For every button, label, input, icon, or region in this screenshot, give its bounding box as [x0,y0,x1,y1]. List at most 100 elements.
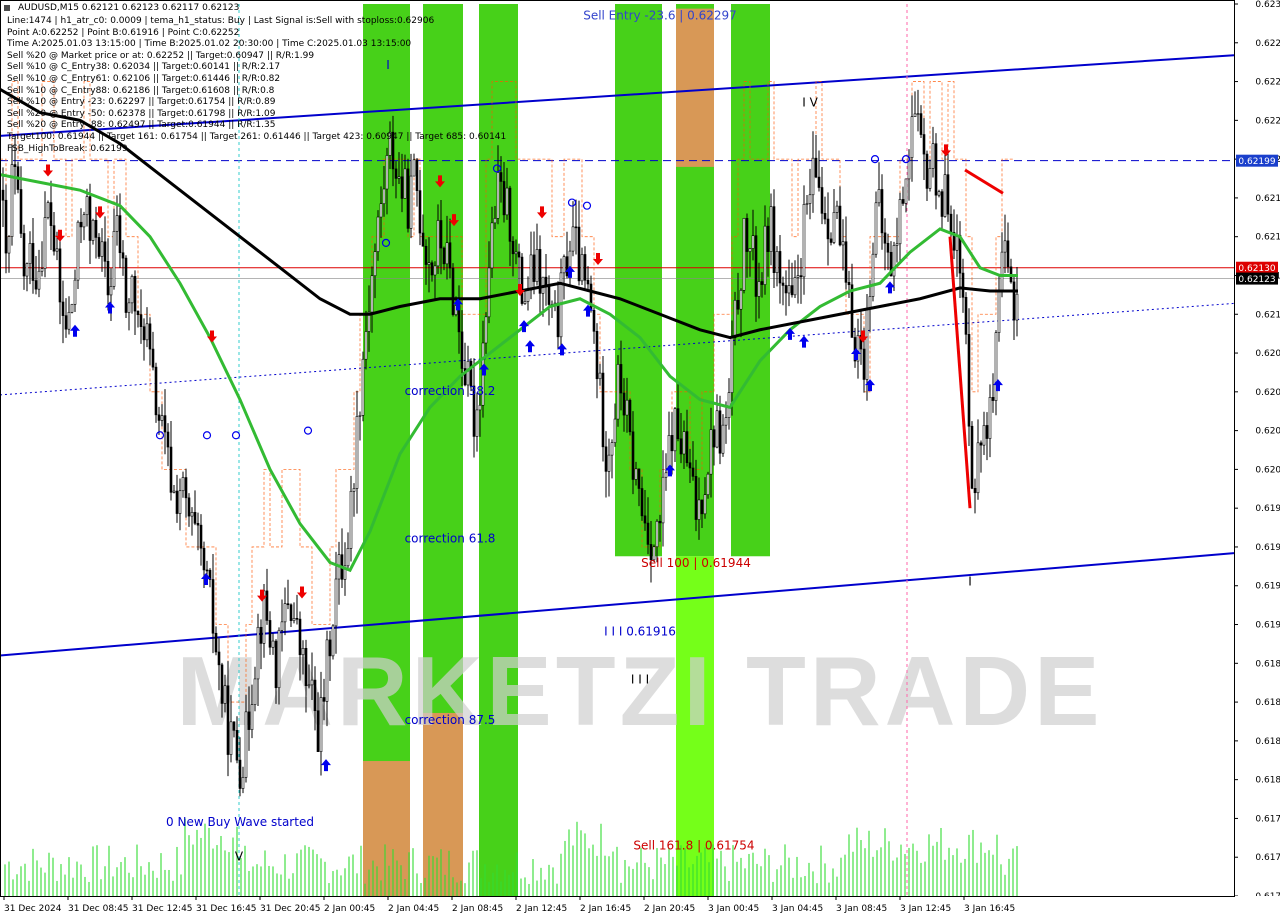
candle-body [373,251,377,277]
symbol-icon [4,5,10,11]
candle-body [910,116,914,158]
candle-body [274,640,278,689]
x-tick-label: 2 Jan 20:45 [644,904,695,914]
candle-body [511,241,515,255]
candle-body [436,220,440,267]
volume-bar [212,848,214,896]
volume-bar [576,821,578,896]
volume-bar [948,847,950,896]
volume-bar [272,866,274,896]
info-line: Line:1474 | h1_atr_c0: 0.0009 | tema_h1_… [7,16,435,26]
volume-bar [96,845,98,896]
volume-bar [596,855,598,896]
candle-body [973,487,977,494]
candle-body [100,241,104,257]
volume-bar [40,867,42,896]
candle-body [748,248,752,252]
candle-body [217,651,221,666]
volume-bar [660,857,662,896]
volume-bar [252,866,254,896]
volume-bar [952,855,954,896]
candle-body [133,276,137,312]
current-price-tag: 0.62123 [1238,275,1275,285]
candle-body [715,410,719,448]
volume-bar [8,861,10,896]
candle-body [46,202,50,218]
volume-bar [728,880,730,896]
candle-body [382,188,386,205]
candle-body [808,194,812,204]
volume-bar [504,869,506,896]
candle-body [970,425,974,489]
y-tick-label: 0.62250 [1255,78,1280,88]
sell-arrow-icon [257,589,267,602]
candle-body [709,429,713,475]
candle-body [7,236,11,254]
candle-body [88,196,92,241]
candle-body [163,415,167,433]
candle-body [967,334,971,427]
candle-body [679,438,683,455]
volume-bar [944,859,946,896]
candle-body [586,279,590,285]
volume-bar [196,829,198,896]
info-line: Sell %10 @ C_Entry38: 0.62034 || Target:… [7,62,281,73]
candle-body [115,215,119,232]
volume-bar [612,851,614,896]
candle-body [169,446,173,493]
volume-bar [112,876,114,896]
candle-body [769,206,773,252]
x-tick-label: 2 Jan 00:45 [324,904,375,914]
candle-body [610,442,614,456]
candle-body [685,431,689,464]
candle-body [70,304,74,313]
volume-bar [88,881,90,896]
candle-body [430,262,434,276]
candle-body [643,515,647,524]
candle-body [829,238,833,243]
volume-bar [16,874,18,896]
info-line: Sell %10 @ C_Entry88: 0.62186 || Target:… [7,85,275,96]
volume-bar [268,865,270,896]
chart-annotation: 0 New Buy Wave started [166,815,314,829]
candle-body [22,233,26,277]
candle-body [277,629,281,689]
candle-body [577,226,581,282]
volume-bar [52,857,54,896]
candle-body [565,256,569,277]
candle-body [595,331,599,380]
circle-marker-icon [582,201,592,210]
volume-bar [180,874,182,896]
y-tick-label: 0.62075 [1255,349,1280,359]
y-tick-label: 0.61750 [1255,853,1280,863]
candle-body [304,648,308,687]
candle-body [13,164,17,168]
volume-bar [308,846,310,896]
volume-bar [744,868,746,896]
candle-body [25,263,29,277]
candle-body [895,243,899,246]
candle-body [493,218,497,224]
volume-bar [72,877,74,896]
candle-body [898,199,902,245]
candle-body [916,113,920,115]
volume-bar [480,878,482,896]
volume-bar [572,845,574,896]
candle-body [583,254,587,281]
volume-bar [392,849,394,896]
candle-body [697,499,701,520]
volume-bar [124,857,126,896]
candle-body [673,408,677,452]
volume-bar [344,868,346,896]
info-line: Time A:2025.01.03 13:15:00 | Time B:2025… [7,39,412,50]
volume-bar [672,856,674,896]
volume-bar [68,857,70,896]
candle-body [205,569,209,572]
candle-body [289,604,293,621]
candle-body [157,414,161,421]
candle-body [700,499,704,515]
volume-bar [304,845,306,896]
volume-bar [788,857,790,896]
candle-body [670,435,674,452]
volume-bar [880,847,882,896]
